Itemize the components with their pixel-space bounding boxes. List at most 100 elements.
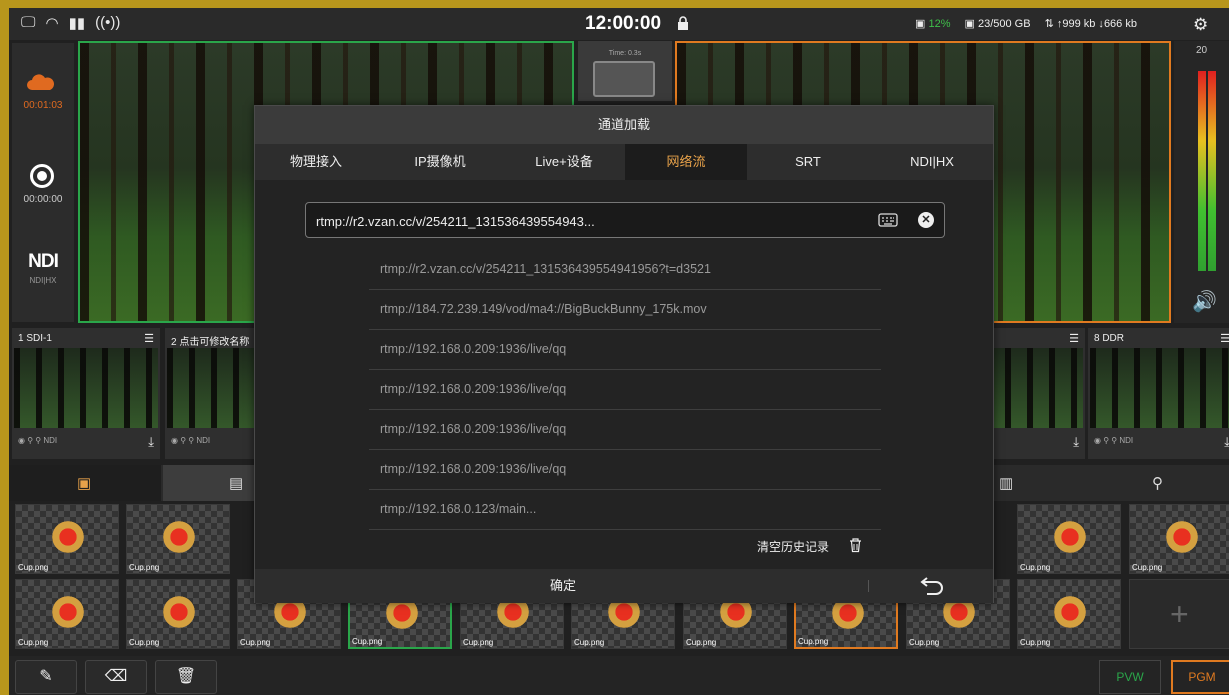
cup-image: [161, 515, 197, 555]
record-button[interactable]: [30, 164, 54, 188]
list-icon[interactable]: ☰: [1220, 332, 1229, 345]
media-name: Cup.png: [1020, 638, 1051, 647]
trash-icon[interactable]: [849, 538, 862, 553]
media-name: Cup.png: [1132, 563, 1163, 572]
history-item[interactable]: rtmp://192.168.0.209:1936/live/qq: [369, 450, 881, 490]
media-item[interactable]: Cup.png: [1017, 579, 1121, 649]
network-stat: ⇅ ↑999 kb ↓666 kb: [1044, 18, 1137, 30]
cloud-stream-icon[interactable]: [26, 73, 56, 91]
history-item[interactable]: rtmp://r2.vzan.cc/v/254211_1315364395549…: [369, 250, 881, 290]
media-name: Cup.png: [129, 638, 160, 647]
channel-load-dialog: 通道加载 物理接入 IP摄像机 Live+设备 网络流 SRT NDI|HX ✕…: [254, 105, 994, 603]
confirm-button[interactable]: 确定: [535, 569, 591, 603]
ndi-logo[interactable]: NDI: [12, 251, 74, 273]
list-icon[interactable]: ☰: [1069, 332, 1079, 345]
source-thumb[interactable]: 1 SDI-1 ☰ ◉ ⚲ ⚲ NDI ⤓: [12, 328, 160, 459]
source-label: 2 点击可修改名称: [171, 337, 250, 348]
cup-image: [1052, 515, 1088, 555]
clear-button[interactable]: 🗑: [155, 660, 217, 694]
delete-button[interactable]: ⌫: [85, 660, 147, 694]
tab-ip-camera[interactable]: IP摄像机: [379, 144, 501, 180]
media-item[interactable]: Cup.png: [15, 504, 119, 574]
history-item[interactable]: rtmp://192.168.0.209:1936/live/qq: [369, 410, 881, 450]
media-item[interactable]: Cup.png: [1129, 504, 1229, 574]
url-field[interactable]: ✕: [305, 202, 945, 238]
media-name: Cup.png: [798, 637, 829, 646]
download-icon[interactable]: ⤓: [148, 434, 154, 450]
media-name: Cup.png: [686, 638, 717, 647]
tab-images[interactable]: ▣: [9, 465, 161, 501]
clock: 12:00:00: [585, 13, 662, 34]
clipboard-icon[interactable]: ▥: [999, 474, 1013, 492]
url-input[interactable]: [316, 211, 856, 231]
pvw-button[interactable]: PVW: [1099, 660, 1161, 694]
tab-network-stream[interactable]: 网络流: [625, 144, 747, 180]
system-stats: ▣ 12% ▣ 23/500 GB ⇅ ↑999 kb ↓666 kb: [915, 17, 1137, 30]
media-name: Cup.png: [240, 638, 271, 647]
bottom-toolbar: ✎ ⌫ 🗑 PVW PGM: [9, 656, 1229, 695]
image-icon: ▣: [77, 475, 92, 492]
media-name: Cup.png: [352, 637, 383, 646]
meter-bar-left: [1198, 71, 1206, 271]
add-media-button[interactable]: +: [1129, 579, 1229, 649]
media-name: Cup.png: [129, 563, 160, 572]
clear-input-icon[interactable]: ✕: [918, 212, 934, 228]
url-history-list: rtmp://r2.vzan.cc/v/254211_1315364395549…: [369, 250, 881, 530]
slides-icon: ▤: [229, 475, 244, 492]
download-icon[interactable]: ⤓: [1224, 434, 1229, 450]
transition-time: Time: 0.3s: [608, 50, 642, 57]
edit-icon: ✎: [39, 668, 53, 685]
clear-history-button[interactable]: 清空历史记录: [757, 538, 829, 555]
media-item[interactable]: Cup.png: [15, 579, 119, 649]
transition-icon: [593, 61, 655, 97]
media-name: Cup.png: [1020, 563, 1051, 572]
volume-icon[interactable]: 🔊: [1192, 289, 1217, 314]
broadcast-icon: ((•)): [95, 14, 121, 31]
pgm-button[interactable]: PGM: [1171, 660, 1229, 694]
media-item[interactable]: Cup.png: [1017, 504, 1121, 574]
history-item[interactable]: rtmp://184.72.239.149/vod/ma4://BigBuckB…: [369, 290, 881, 330]
disk-icon: ▣: [964, 18, 975, 30]
tab-slides[interactable]: ▤: [163, 465, 263, 501]
monitor-icon: 🖵: [21, 14, 36, 31]
tab-live-device[interactable]: Live+设备: [503, 144, 625, 180]
media-name: Cup.png: [18, 563, 49, 572]
source-preview: [14, 348, 158, 428]
lock-icon[interactable]: [677, 16, 689, 30]
stamp-icon[interactable]: ⚲: [1152, 474, 1163, 492]
tab-physical-input[interactable]: 物理接入: [255, 144, 377, 180]
source-label: 1 SDI-1: [18, 333, 52, 344]
cup-image: [50, 515, 86, 555]
dialog-tabs: 物理接入 IP摄像机 Live+设备 网络流 SRT NDI|HX: [255, 144, 993, 180]
dialog-title: 通道加载: [255, 106, 993, 144]
updown-icon: ⇅: [1044, 18, 1054, 30]
meter-value: 20: [1195, 45, 1208, 56]
media-name: Cup.png: [574, 638, 605, 647]
meter-bar-right: [1208, 71, 1216, 271]
left-control-column: 00:01:03 00:00:00 NDI NDI|HX: [12, 43, 74, 322]
cup-image: [161, 590, 197, 630]
source-thumb[interactable]: 8 DDR ☰ ◉ ⚲ ⚲ NDI ⤓: [1088, 328, 1229, 459]
gear-icon[interactable]: ⚙: [1193, 15, 1208, 35]
back-icon[interactable]: [919, 577, 945, 595]
tab-ndi-hx[interactable]: NDI|HX: [871, 144, 993, 180]
cup-image: [1052, 590, 1088, 630]
media-item[interactable]: Cup.png: [126, 504, 230, 574]
source-preview: [1090, 348, 1229, 428]
keyboard-icon[interactable]: [878, 212, 898, 228]
edit-button[interactable]: ✎: [15, 660, 77, 694]
download-icon[interactable]: ⤓: [1073, 434, 1079, 450]
history-item[interactable]: rtmp://192.168.0.123/main...: [369, 490, 881, 530]
media-name: Cup.png: [909, 638, 940, 647]
media-item[interactable]: Cup.png: [126, 579, 230, 649]
record-timer: 00:00:00: [23, 194, 63, 205]
cup-image: [1164, 515, 1200, 555]
list-icon[interactable]: ☰: [144, 332, 154, 345]
wifi-icon: ◠: [45, 15, 59, 32]
history-item[interactable]: rtmp://192.168.0.209:1936/live/qq: [369, 330, 881, 370]
history-item[interactable]: rtmp://192.168.0.209:1936/live/qq: [369, 370, 881, 410]
storage-stat: ▣ 23/500 GB: [964, 18, 1031, 30]
ndi-sub-label: NDI|HX: [29, 276, 57, 285]
tab-srt[interactable]: SRT: [747, 144, 869, 180]
transition-box[interactable]: Time: 0.3s: [578, 41, 672, 101]
